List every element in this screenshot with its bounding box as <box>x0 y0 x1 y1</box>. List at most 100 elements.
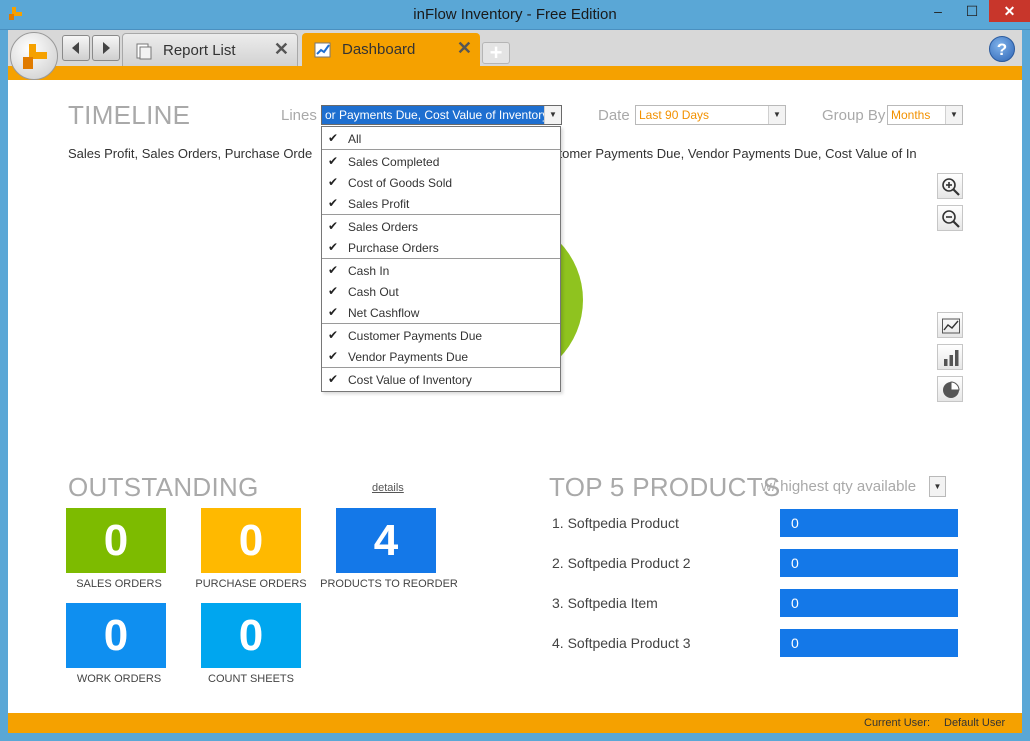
current-user-value: Default User <box>944 717 1006 729</box>
tile-label: PURCHASE ORDERS <box>195 578 307 590</box>
lines-dropdown: ✔ All ✔ Sales Completed ✔ Cost of Goods … <box>321 126 561 392</box>
sales-orders-tile[interactable]: 0 <box>66 508 166 573</box>
current-user-label: Current User: <box>864 717 931 729</box>
timeline-title: TIMELINE <box>68 100 191 130</box>
dashboard-icon <box>314 42 331 58</box>
close-button[interactable]: ✕ <box>989 0 1030 22</box>
back-button[interactable] <box>62 35 90 61</box>
maximize-button[interactable]: ☐ <box>955 0 989 22</box>
dropdown-item-label: Sales Completed <box>348 155 440 169</box>
pie-chart-button[interactable] <box>937 376 963 402</box>
dropdown-item-label: Vendor Payments Due <box>348 350 469 364</box>
lines-select[interactable]: or Payments Due, Cost Value of Inventory… <box>321 105 562 125</box>
arrow-right-icon <box>103 42 110 54</box>
checkbox[interactable]: ✔ <box>328 132 340 144</box>
dropdown-item-cost-of-goods-sold[interactable]: ✔ Cost of Goods Sold <box>322 172 560 193</box>
checkbox[interactable]: ✔ <box>328 285 340 297</box>
dropdown-item-label: Sales Orders <box>348 220 419 234</box>
details-link[interactable]: details <box>372 482 404 494</box>
groupby-select-value: Months <box>891 108 931 122</box>
count-sheets-tile[interactable]: 0 <box>201 603 301 668</box>
product-name: 3. Softpedia Item <box>552 595 658 611</box>
checkbox[interactable]: ✔ <box>328 264 340 276</box>
main-menu-button[interactable] <box>10 32 58 80</box>
pie-chart-icon <box>943 381 960 398</box>
chevron-down-icon: ▼ <box>933 482 942 491</box>
window-frame-right <box>1022 30 1030 741</box>
chevron-down-icon[interactable]: ▼ <box>945 106 962 124</box>
window-frame-bottom <box>0 733 1030 741</box>
forward-button[interactable] <box>92 35 120 61</box>
minimize-button[interactable]: – <box>921 0 955 22</box>
window-title: inFlow Inventory - Free Edition <box>413 6 617 23</box>
checkbox[interactable]: ✔ <box>328 373 340 385</box>
dropdown-item-customer-payments-due[interactable]: ✔ Customer Payments Due <box>322 325 560 346</box>
dropdown-item-label: Sales Profit <box>348 197 410 211</box>
checkbox[interactable]: ✔ <box>328 241 340 253</box>
chevron-down-icon[interactable]: ▼ <box>544 106 561 124</box>
zoom-in-icon <box>942 178 960 196</box>
purchase-orders-tile[interactable]: 0 <box>201 508 301 573</box>
dropdown-item-label: Cost Value of Inventory <box>348 373 472 387</box>
dropdown-separator <box>322 367 560 368</box>
product-qty-bar: 0 <box>780 549 958 577</box>
dropdown-item-cash-out[interactable]: ✔ Cash Out <box>322 281 560 302</box>
dropdown-item-label: Net Cashflow <box>348 306 420 320</box>
dropdown-item-sales-profit[interactable]: ✔ Sales Profit <box>322 193 560 214</box>
zoom-out-button[interactable] <box>937 205 963 231</box>
dropdown-item-sales-orders[interactable]: ✔ Sales Orders <box>322 216 560 237</box>
dropdown-item-purchase-orders[interactable]: ✔ Purchase Orders <box>322 237 560 258</box>
tab-close-button[interactable]: ✕ <box>457 38 472 59</box>
dropdown-separator <box>322 214 560 215</box>
tile-label: COUNT SHEETS <box>208 673 294 685</box>
dropdown-item-cash-in[interactable]: ✔ Cash In <box>322 260 560 281</box>
work-orders-tile[interactable]: 0 <box>66 603 166 668</box>
tile-label: SALES ORDERS <box>76 578 162 590</box>
checkbox[interactable]: ✔ <box>328 306 340 318</box>
arrow-left-icon <box>72 42 79 54</box>
dropdown-item-all[interactable]: ✔ All <box>322 128 560 149</box>
add-tab-button[interactable]: + <box>482 42 510 64</box>
zoom-in-button[interactable] <box>937 173 963 199</box>
product-name: 4. Softpedia Product 3 <box>552 635 691 651</box>
dropdown-separator <box>322 323 560 324</box>
checkbox[interactable]: ✔ <box>328 329 340 341</box>
inflow-logo-icon <box>23 44 47 69</box>
dropdown-item-cost-value-of-inventory[interactable]: ✔ Cost Value of Inventory <box>322 369 560 390</box>
dropdown-item-label: All <box>348 132 362 146</box>
report-icon <box>136 43 152 60</box>
checkbox[interactable]: ✔ <box>328 350 340 362</box>
window-frame-left <box>0 30 8 741</box>
dropdown-separator <box>322 149 560 150</box>
checkbox[interactable]: ✔ <box>328 176 340 188</box>
checkbox[interactable]: ✔ <box>328 197 340 209</box>
date-select-value: Last 90 Days <box>639 108 710 122</box>
dropdown-item-vendor-payments-due[interactable]: ✔ Vendor Payments Due <box>322 346 560 367</box>
top-products-filter-dropdown[interactable]: ▼ <box>929 476 946 497</box>
tab-report-list[interactable]: Report List ✕ <box>122 33 298 66</box>
tab-dashboard[interactable]: Dashboard ✕ <box>302 33 480 66</box>
dropdown-item-label: Cost of Goods Sold <box>348 176 453 190</box>
bar-chart-button[interactable] <box>937 344 963 370</box>
dropdown-item-net-cashflow[interactable]: ✔ Net Cashflow <box>322 302 560 323</box>
tab-bar-accent <box>8 66 1022 80</box>
product-qty-bar: 0 <box>780 589 958 617</box>
date-select[interactable]: Last 90 Days ▼ <box>635 105 786 125</box>
checkbox[interactable]: ✔ <box>328 155 340 167</box>
outstanding-title: OUTSTANDING <box>68 472 259 502</box>
groupby-select[interactable]: Months ▼ <box>887 105 963 125</box>
line-chart-button[interactable] <box>937 312 963 338</box>
tab-close-button[interactable]: ✕ <box>274 39 289 60</box>
product-name: 1. Softpedia Product <box>552 515 679 531</box>
product-name: 2. Softpedia Product 2 <box>552 555 691 571</box>
help-button[interactable]: ? <box>989 36 1015 62</box>
products-to-reorder-tile[interactable]: 4 <box>336 508 436 573</box>
lines-select-value: or Payments Due, Cost Value of Inventory <box>325 108 549 122</box>
product-qty-bar: 0 <box>780 629 958 657</box>
date-label: Date <box>598 107 630 124</box>
lines-label: Lines <box>281 107 317 124</box>
chevron-down-icon[interactable]: ▼ <box>768 106 785 124</box>
dropdown-item-label: Cash In <box>348 264 390 278</box>
checkbox[interactable]: ✔ <box>328 220 340 232</box>
dropdown-item-sales-completed[interactable]: ✔ Sales Completed <box>322 151 560 172</box>
